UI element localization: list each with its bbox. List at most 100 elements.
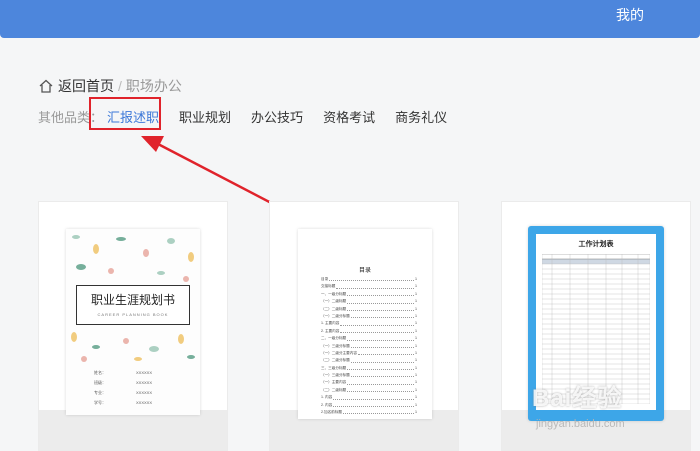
- toc-row: 1. 主要内容 1: [321, 320, 417, 327]
- toc-row-page: 1: [415, 284, 417, 289]
- career-plan-thumbnail[interactable]: 职业生涯规划书 CAREER PLANNING BOOK 姓名： XXXXXX 班级…: [66, 229, 200, 415]
- category-qualification-exam[interactable]: 资格考试: [323, 107, 375, 126]
- toc-row: 1. 内容 1: [321, 394, 417, 401]
- toc-row-page: 1: [415, 350, 417, 355]
- toc-row-page: 1: [415, 313, 417, 318]
- toc-row-leader: [350, 343, 414, 348]
- toc-row: （一）二级分主要内容 1: [321, 350, 417, 357]
- my-account-link[interactable]: 我的: [616, 5, 644, 25]
- template-card-work-plan[interactable]: 工作计划表: [501, 201, 691, 451]
- toc-row-text: 1. 内容: [321, 395, 333, 400]
- toc-row-page: 1: [415, 380, 417, 385]
- toc-row-leader: [350, 372, 414, 378]
- toc-thumbnail[interactable]: 目录 目录 1 交接标题 1 一、一级分标题 1 （一）二级标题 1 （二）二级标题 1 （一）二级…: [298, 229, 432, 419]
- home-icon[interactable]: [38, 78, 54, 94]
- toc-row-text: （一）二级分主要内容: [321, 350, 357, 355]
- template-card-career-plan[interactable]: 职业生涯规划书 CAREER PLANNING BOOK 姓名： XXXXXX 班级…: [38, 201, 228, 451]
- field-value: XXXXXX: [136, 370, 153, 375]
- toc-row: （二）二级标题 1: [321, 387, 417, 394]
- toc-row-text: （一）主要内容: [321, 380, 347, 385]
- toc-row-leader: [333, 394, 414, 400]
- template-card-table-of-contents[interactable]: 目录 目录 1 交接标题 1 一、一级分标题 1 （一）二级标题 1 （二）二级标题 1 （一）二级…: [269, 201, 459, 451]
- cover-title: 职业生涯规划书: [90, 293, 175, 307]
- toc-row-page: 1: [415, 306, 417, 311]
- category-office-skills[interactable]: 办公技巧: [251, 107, 303, 126]
- grid-header-fill: [542, 259, 650, 264]
- cover-subtitle: CAREER PLANNING BOOK: [97, 312, 169, 317]
- toc-row-text: （一）二级标题: [321, 299, 347, 304]
- breadcrumb-separator: /: [118, 78, 122, 94]
- toc-row-text: （二）二级分标题: [321, 358, 350, 363]
- highlight-annotation-box: [89, 97, 161, 130]
- toc-row-text: 交接标题: [321, 284, 336, 289]
- toc-row: （一）三级分标题 1: [321, 343, 417, 350]
- watermark-url: jingyan.baidu.com: [536, 418, 625, 430]
- toc-row-page: 1: [415, 277, 417, 281]
- toc-row: 目录 1: [321, 276, 417, 283]
- toc-row-leader: [350, 357, 414, 363]
- toc-row-text: （一）三级分标题: [321, 343, 350, 348]
- breadcrumb-current: 职场办公: [125, 78, 182, 94]
- toc-row: 三、三级分标题 1: [321, 365, 417, 372]
- toc-row-leader: [347, 379, 414, 385]
- toc-row-leader: [340, 328, 414, 334]
- toc-title: 目录: [358, 268, 371, 274]
- toc-row-leader: [357, 350, 414, 356]
- field-value: XXXXXX: [136, 380, 153, 385]
- toc-row-leader: [342, 409, 414, 415]
- category-career-planning[interactable]: 职业规划: [179, 107, 231, 126]
- field-label: 姓名：: [94, 370, 106, 375]
- breadcrumb: 返回首页 / 职场办公: [38, 76, 182, 96]
- toc-row: （一）主要内容 1: [321, 379, 417, 386]
- toc-row: （一）二级标题 1: [321, 298, 417, 305]
- toc-row-leader: [329, 276, 414, 282]
- field-value: XXXXXX: [136, 390, 153, 395]
- toc-row-leader: [350, 313, 414, 319]
- toc-row: （二）二级标题 1: [321, 306, 417, 313]
- toc-list: 目录 1 交接标题 1 一、一级分标题 1 （一）二级标题 1 （二）二级标题 1 （一）二级分标题…: [321, 276, 417, 416]
- toc-row-text: （一）三级分标题: [321, 373, 350, 378]
- toc-row-page: 1: [415, 291, 417, 296]
- toc-row-page: 1: [415, 387, 417, 392]
- toc-row-page: 1: [415, 410, 417, 415]
- toc-row-page: 1: [415, 328, 417, 333]
- toc-row-page: 1: [415, 395, 417, 400]
- baidu-jingyan-watermark: Bai经验: [532, 385, 623, 412]
- toc-row-text: （二）二级标题: [321, 387, 347, 392]
- toc-row-page: 1: [415, 358, 417, 363]
- toc-row-page: 1: [415, 365, 417, 370]
- toc-row-text: （二）二级标题: [321, 306, 347, 311]
- back-home-link[interactable]: 返回首页: [58, 76, 114, 96]
- toc-row-text: 目录: [321, 277, 329, 281]
- cover-title-box: 职业生涯规划书 CAREER PLANNING BOOK: [76, 285, 190, 325]
- toc-row-text: 一、一级分标题: [321, 291, 347, 296]
- cover-fields: 姓名： XXXXXX 班级： XXXXXX 专业： XXXXXX 学号： XXXXXX: [94, 368, 200, 408]
- field-label: 班级：: [94, 380, 106, 385]
- field-label: 学号：: [94, 400, 106, 405]
- toc-row-leader: [347, 387, 414, 393]
- toc-row: 2.加名前标题 1: [321, 409, 417, 416]
- toc-row-page: 1: [415, 402, 417, 407]
- toc-row-text: 三、三级分标题: [321, 365, 347, 370]
- field-label: 专业：: [94, 390, 106, 395]
- toc-row: （二）二级分标题 1: [321, 357, 417, 364]
- toc-row: （一）三级分标题 1: [321, 372, 417, 379]
- toc-row-leader: [347, 365, 414, 371]
- toc-row: 2. 主要内容 1: [321, 328, 417, 335]
- toc-row-page: 1: [415, 299, 417, 304]
- toc-row-page: 1: [415, 321, 417, 326]
- toc-row-leader: [347, 298, 414, 304]
- work-plan-title: 工作计划表: [578, 241, 614, 248]
- toc-row-text: 2. 内容: [321, 402, 333, 407]
- toc-row-text: 2.加名前标题: [321, 410, 342, 415]
- toc-row-leader: [336, 283, 414, 289]
- category-business-etiquette[interactable]: 商务礼仪: [395, 107, 447, 126]
- toc-row-text: 2. 主要内容: [321, 328, 340, 333]
- toc-row-leader: [333, 402, 414, 408]
- toc-row: 交接标题 1: [321, 283, 417, 290]
- toc-row: 二、一级分标题 1: [321, 335, 417, 342]
- field-value: XXXXXX: [136, 400, 153, 405]
- toc-row-leader: [347, 291, 414, 297]
- toc-row-text: （一）二级分标题: [321, 313, 350, 318]
- toc-row-text: 1. 主要内容: [321, 321, 340, 326]
